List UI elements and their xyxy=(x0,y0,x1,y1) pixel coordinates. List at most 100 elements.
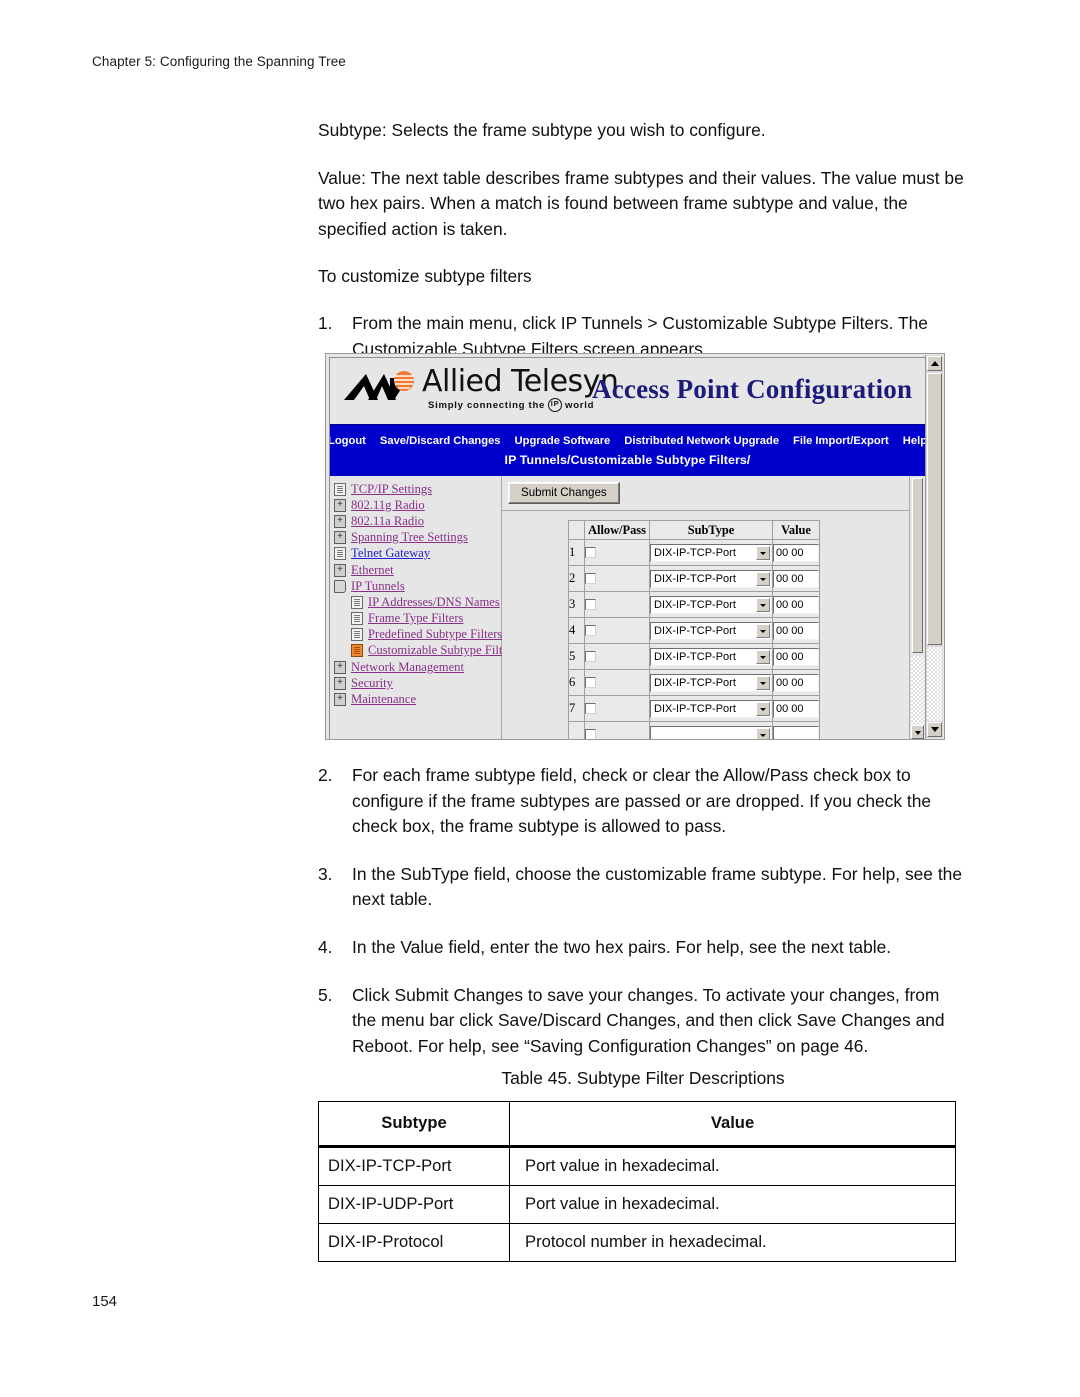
subtype-select[interactable]: DIX-IP-TCP-Port xyxy=(650,647,772,666)
subtype-select[interactable]: DIX-IP-TCP-Port xyxy=(650,621,772,640)
content-scrollbar[interactable] xyxy=(909,476,925,739)
sidebar-nav[interactable]: TCP/IP Settings 802.11g Radio 802.11a Ra… xyxy=(330,476,517,739)
value-cell: 00 00 xyxy=(772,591,820,618)
chevron-down-icon[interactable] xyxy=(756,701,770,716)
chevron-down-icon[interactable] xyxy=(756,623,770,638)
chevron-down-icon[interactable] xyxy=(756,649,770,664)
column-header-subtype: Subtype xyxy=(318,1101,510,1148)
scroll-down-button[interactable] xyxy=(911,725,924,739)
table-row-partial xyxy=(568,721,820,739)
chevron-down-icon[interactable] xyxy=(756,675,770,690)
sidebar-item-label: Ethernet xyxy=(351,562,394,577)
body-column: Subtype: Selects the frame subtype you w… xyxy=(318,118,968,384)
allow-pass-checkbox[interactable] xyxy=(585,573,596,584)
paragraph-subtype: Subtype: Selects the frame subtype you w… xyxy=(318,120,766,140)
row-index: 5 xyxy=(568,643,585,670)
value-cell: 00 00 xyxy=(772,669,820,696)
sidebar-item-ip-addresses-dns-names[interactable]: IP Addresses/DNS Names xyxy=(334,594,501,610)
value-cell: 00 00 xyxy=(772,643,820,670)
brand-banner: Allied Telesyn Simply connecting the IP … xyxy=(330,358,925,424)
content-pane: Submit Changes Allow/Pass SubType Value xyxy=(502,476,925,739)
value-input[interactable]: 00 00 xyxy=(773,543,819,562)
folder-open-icon xyxy=(334,579,346,593)
submit-changes-button[interactable]: Submit Changes xyxy=(508,482,620,504)
row-index xyxy=(568,721,585,739)
sidebar-item-predefined-subtype-filters[interactable]: Predefined Subtype Filters xyxy=(334,627,502,643)
subtype-select[interactable]: DIX-IP-TCP-Port xyxy=(650,569,772,588)
chevron-down-icon[interactable] xyxy=(756,571,770,586)
allow-pass-checkbox[interactable] xyxy=(585,729,596,739)
sidebar-item-maintenance[interactable]: Maintenance xyxy=(334,691,501,707)
scrollbar-thumb[interactable] xyxy=(927,373,942,645)
page-icon xyxy=(351,612,363,626)
allow-pass-cell xyxy=(584,539,650,566)
subtype-select[interactable] xyxy=(650,725,772,739)
sidebar-item-tcp-ip-settings[interactable]: TCP/IP Settings xyxy=(334,481,501,497)
row-index: 3 xyxy=(568,591,585,618)
chevron-down-icon[interactable] xyxy=(756,727,770,739)
value-input[interactable]: 00 00 xyxy=(773,699,819,718)
menu-item-logout[interactable]: Logout xyxy=(330,434,373,448)
sidebar-item-network-management[interactable]: Network Management xyxy=(334,659,501,675)
main-menubar[interactable]: Logout Save/Discard Changes Upgrade Soft… xyxy=(330,431,925,450)
steps-list-part2: 2. For each frame subtype field, check or… xyxy=(318,763,968,1059)
value-input[interactable]: 00 00 xyxy=(773,647,819,666)
step-number: 2. xyxy=(318,765,333,785)
list-item: 3. In the SubType field, choose the custo… xyxy=(318,862,968,913)
window-scrollbar[interactable] xyxy=(925,355,943,738)
scrollbar-thumb[interactable] xyxy=(912,478,923,653)
subtype-select[interactable]: DIX-IP-TCP-Port xyxy=(650,543,772,562)
scrollbar-track[interactable] xyxy=(911,656,924,725)
chevron-down-icon[interactable] xyxy=(756,545,770,560)
sidebar-item-label: Maintenance xyxy=(351,692,417,707)
subtype-select-value: DIX-IP-TCP-Port xyxy=(654,572,736,585)
sidebar-item-ip-tunnels[interactable]: IP Tunnels xyxy=(334,578,501,594)
allow-pass-checkbox[interactable] xyxy=(585,703,596,714)
step-number: 3. xyxy=(318,863,333,884)
value-input[interactable]: 00 00 xyxy=(773,595,819,614)
menu-item-file-import-export[interactable]: File Import/Export xyxy=(786,434,896,448)
chevron-down-icon[interactable] xyxy=(756,597,770,612)
sidebar-item-frame-type-filters[interactable]: Frame Type Filters xyxy=(334,611,501,627)
value-input[interactable]: 00 00 xyxy=(773,673,819,692)
sidebar-item-802-11g-radio[interactable]: 802.11g Radio xyxy=(334,497,501,513)
subtype-select-value: DIX-IP-TCP-Port xyxy=(654,598,736,611)
allow-pass-checkbox[interactable] xyxy=(585,625,596,636)
subtype-select-value: DIX-IP-TCP-Port xyxy=(654,624,736,637)
subtype-cell: DIX-IP-TCP-Port xyxy=(649,565,773,592)
list-item: 4. In the Value field, enter the two hex … xyxy=(318,935,968,961)
sidebar-item-802-11a-radio[interactable]: 802.11a Radio xyxy=(334,513,501,529)
section-heading-customize: To customize subtype filters xyxy=(318,266,532,287)
menu-item-help[interactable]: Help xyxy=(896,434,925,448)
page-number: 154 xyxy=(92,1293,118,1310)
value-input[interactable] xyxy=(773,725,819,739)
sidebar-item-telnet-gateway[interactable]: Telnet Gateway xyxy=(334,546,501,562)
allow-pass-checkbox[interactable] xyxy=(585,651,596,662)
scroll-up-button[interactable] xyxy=(927,356,942,371)
step-number: 4. xyxy=(318,936,333,957)
value-input[interactable]: 00 00 xyxy=(773,569,819,588)
menu-item-distributed-network-upgrade[interactable]: Distributed Network Upgrade xyxy=(617,434,786,448)
menu-item-save-discard-changes[interactable]: Save/Discard Changes xyxy=(373,434,508,448)
column-header-value: Value xyxy=(772,520,820,540)
sidebar-item-security[interactable]: Security xyxy=(334,675,501,691)
value-input[interactable]: 00 00 xyxy=(773,621,819,640)
row-index: 6 xyxy=(568,669,585,696)
subtype-select[interactable]: DIX-IP-TCP-Port xyxy=(650,699,772,718)
subtype-select[interactable]: DIX-IP-TCP-Port xyxy=(650,595,772,614)
menu-item-upgrade-software[interactable]: Upgrade Software xyxy=(508,434,618,448)
scrollbar-track[interactable] xyxy=(927,647,942,721)
subtype-cell: DIX-IP-TCP-Port xyxy=(649,643,773,670)
allow-pass-checkbox[interactable] xyxy=(585,599,596,610)
sidebar-item-ethernet[interactable]: Ethernet xyxy=(334,562,501,578)
sidebar-item-spanning-tree-settings[interactable]: Spanning Tree Settings xyxy=(334,530,501,546)
scroll-down-button[interactable] xyxy=(927,722,942,737)
cell-value: Port value in hexadecimal. xyxy=(509,1185,956,1224)
table-row: 6 DIX-IP-TCP-Port 00 00 xyxy=(568,669,820,696)
subtype-cell xyxy=(649,721,773,739)
allow-pass-checkbox[interactable] xyxy=(585,677,596,688)
subtype-select[interactable]: DIX-IP-TCP-Port xyxy=(650,673,772,692)
sidebar-item-customizable-subtype-filters[interactable]: Customizable Subtype Filters xyxy=(334,643,517,659)
allow-pass-checkbox[interactable] xyxy=(585,547,596,558)
row-index: 7 xyxy=(568,695,585,722)
